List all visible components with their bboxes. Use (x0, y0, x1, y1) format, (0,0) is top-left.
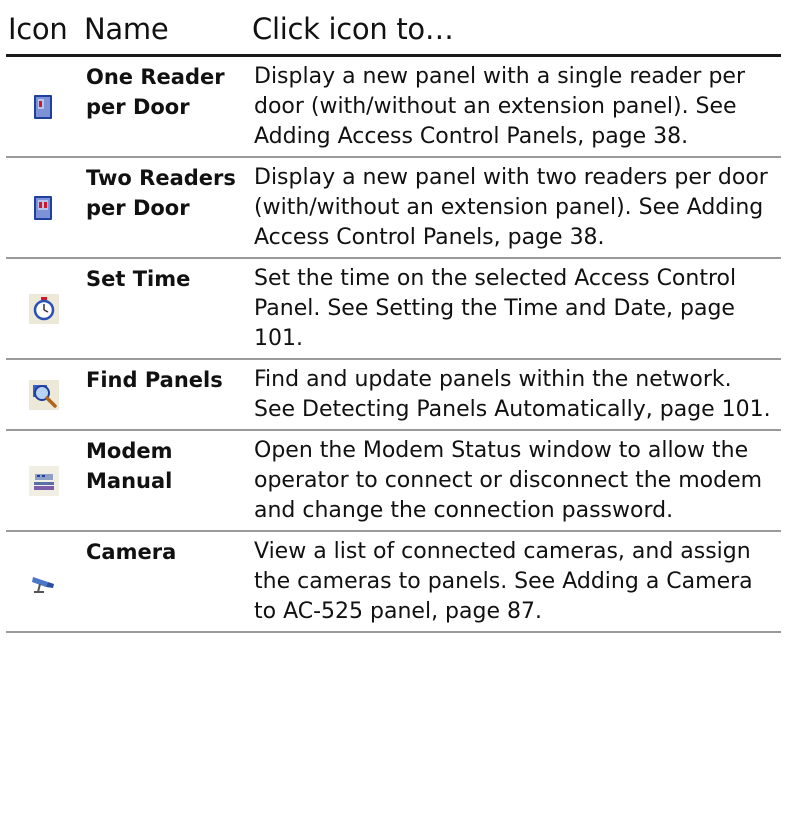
header-action: Click icon to… (250, 6, 781, 57)
row-description: Display a new panel with a single reader… (250, 55, 781, 158)
table-row: Camera View a list of connected cameras,… (6, 531, 781, 633)
single-reader-panel-icon (29, 92, 59, 122)
row-name: Camera (82, 531, 250, 633)
row-name: Set Time (82, 258, 250, 360)
icon-cell (6, 430, 82, 532)
row-description: Open the Modem Status window to allow th… (250, 430, 781, 532)
icon-cell (6, 258, 82, 360)
row-name: One Reader per Door (82, 55, 250, 158)
header-name: Name (82, 6, 250, 57)
magnifier-icon (29, 380, 59, 410)
icon-cell (6, 55, 82, 158)
row-description: Find and update panels within the networ… (250, 359, 781, 431)
table-row: Two Readers per Door Display a new panel… (6, 157, 781, 259)
row-description: View a list of connected cameras, and as… (250, 531, 781, 633)
camera-icon (29, 567, 59, 597)
row-name: Find Panels (82, 359, 250, 431)
header-icon: Icon (6, 6, 82, 57)
two-reader-panel-icon (29, 193, 59, 223)
table-row: Find Panels Find and update panels withi… (6, 359, 781, 431)
table-row: Set Time Set the time on the selected Ac… (6, 258, 781, 360)
row-name: Modem Manual (82, 430, 250, 532)
row-name: Two Readers per Door (82, 157, 250, 259)
icon-cell (6, 157, 82, 259)
row-description: Display a new panel with two readers per… (250, 157, 781, 259)
stopwatch-icon (29, 294, 59, 324)
icon-reference-table: Icon Name Click icon to… One Reader per … (6, 6, 781, 633)
table-row: One Reader per Door Display a new panel … (6, 55, 781, 158)
icon-cell (6, 359, 82, 431)
table-header-row: Icon Name Click icon to… (6, 6, 781, 57)
row-description: Set the time on the selected Access Cont… (250, 258, 781, 360)
table-row: Modem Manual Open the Modem Status windo… (6, 430, 781, 532)
modem-icon (29, 466, 59, 496)
icon-cell (6, 531, 82, 633)
